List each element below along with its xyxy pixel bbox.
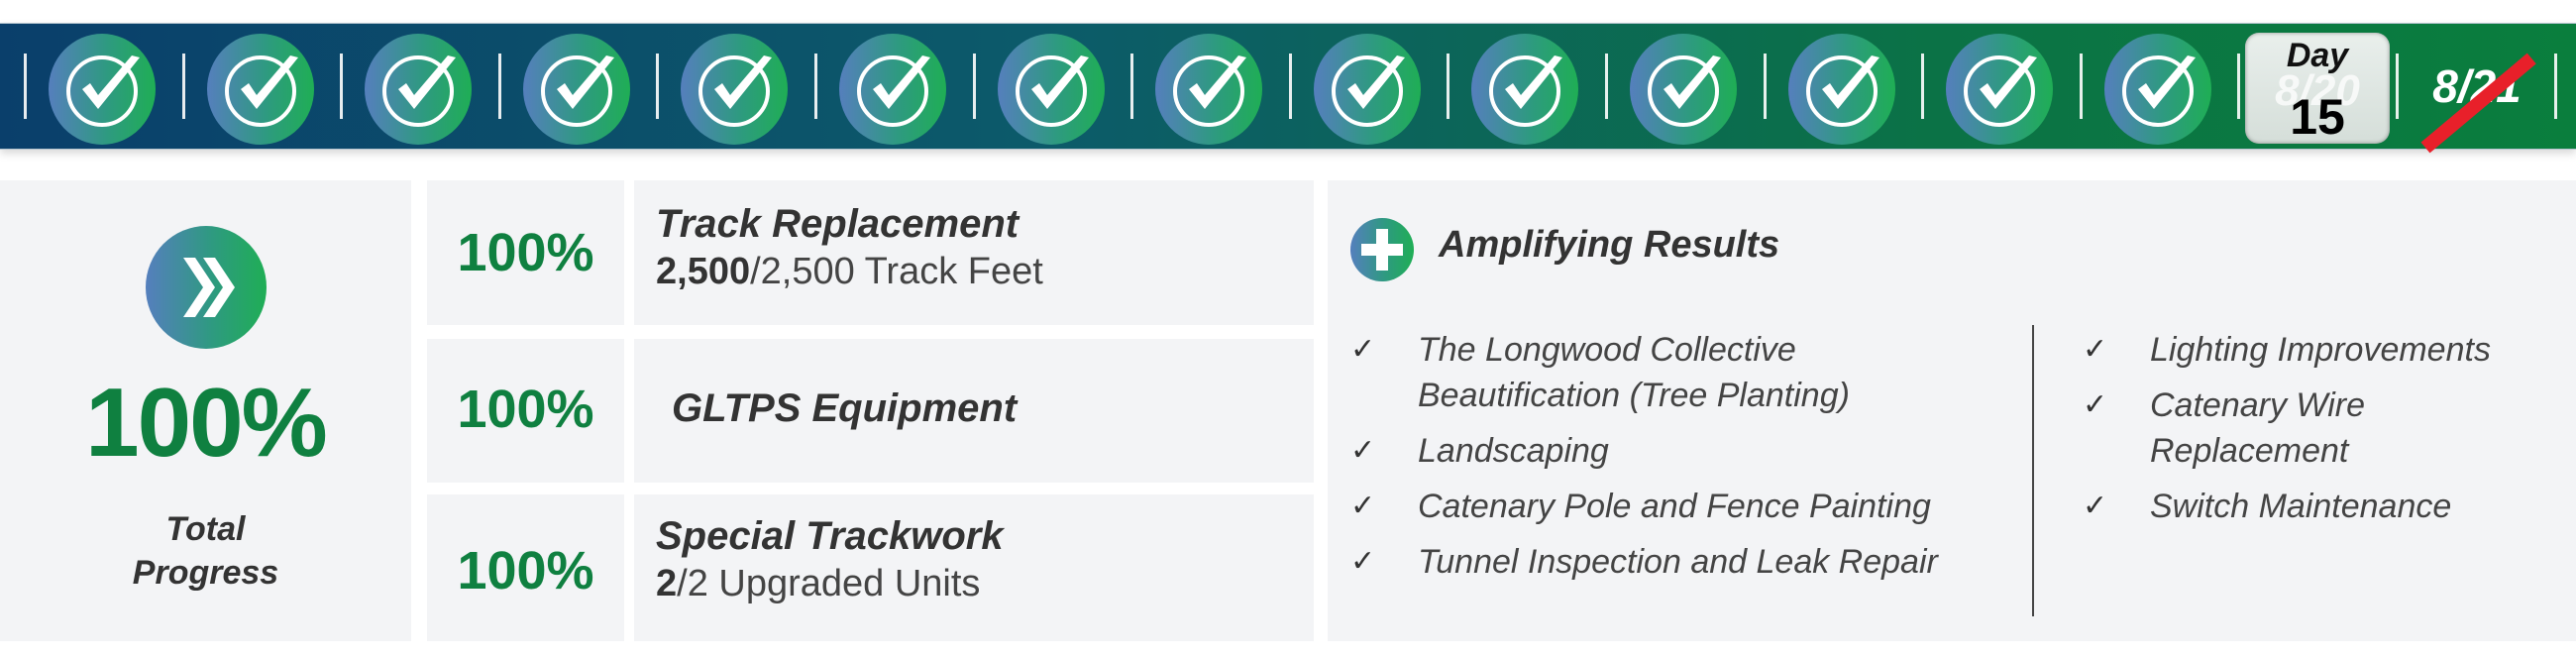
check-icon: ✓ [1350,490,1376,522]
current-day-label: Day [2286,37,2349,74]
banner-divider [24,54,27,119]
completed-check-icon [1787,34,1895,145]
check-icon: ✓ [1350,545,1376,578]
check-icon: ✓ [2083,388,2108,421]
amplifying-item-text: Catenary Pole and Fence Painting [1418,488,1931,525]
completed-check-icon [1471,34,1579,145]
banner-divider [497,54,501,119]
banner-divider [656,54,660,119]
amplifying-list-item: ✓ Lighting Improvements [2083,327,2558,373]
amplifying-list-item: ✓ Tunnel Inspection and Leak Repair [1350,539,1985,585]
completed-check-icon [681,34,789,145]
completed-check-icon [1155,34,1263,145]
amplifying-list-item: ✓ Catenary Pole and Fence Painting [1350,484,1985,529]
task-percent: 100% [457,380,594,439]
check-icon: ✓ [1350,434,1376,467]
plus-icon [1350,218,1414,281]
total-progress-panel: 100% Total Progress [0,180,411,641]
task-detail-cell: GLTPS Equipment [634,339,1314,483]
task-percent-cell: 100% [427,180,624,325]
completed-check-icon [2103,34,2211,145]
amplifying-list-column-2: ✓ Lighting Improvements ✓ Catenary Wire Rep… [2083,327,2558,539]
amplifying-list-item: ✓ The Longwood Collective Beautification … [1350,327,1985,418]
check-icon: ✓ [2083,333,2108,366]
amplifying-item-text: The Longwood Collective Beautification (… [1418,331,1850,414]
banner-divider [1130,54,1134,119]
double-chevron-right-icon [146,226,267,349]
banner-divider [2396,54,2399,119]
task-detail-cell: Track Replacement 2,500/2,500 Track Feet [634,180,1314,325]
task-done-count: 2 [656,563,678,604]
completed-check-icon [997,34,1105,145]
task-title: Track Replacement [656,202,1020,246]
task-title: Special Trackwork [656,514,1004,558]
task-total: /2,500 Track Feet [750,251,1043,292]
completed-check-icon [522,34,630,145]
completed-check-icon [1313,34,1421,145]
amplifying-item-text: Catenary Wire Replacement [2150,386,2365,470]
amplifying-list-item: ✓ Catenary Wire Replacement [2083,383,2558,474]
banner-divider [972,54,976,119]
task-done-count: 2,500 [656,251,751,292]
total-label-line1: Total [165,510,246,548]
task-detail: 2,500/2,500 Track Feet [656,251,1043,293]
banner-divider [181,54,185,119]
banner-divider [1605,54,1608,119]
completed-check-icon [206,34,314,145]
amplifying-list-item: ✓ Switch Maintenance [2083,484,2558,529]
current-day-box: 8/20 Day 15 [2245,33,2390,145]
banner-divider [2553,54,2557,119]
task-percent: 100% [457,223,594,282]
check-icon: ✓ [1350,333,1376,366]
amplifying-item-text: Tunnel Inspection and Leak Repair [1418,543,1938,581]
completed-check-icon [1630,34,1737,145]
day-progress-banner: 8/20 Day 15 8/21 [0,23,2576,154]
completed-check-icon [839,34,946,145]
task-title: GLTPS Equipment [672,386,1018,430]
task-detail-cell: Special Trackwork 2/2 Upgraded Units [634,494,1314,641]
check-icon: ✓ [2083,490,2108,522]
total-progress-label: Total Progress [0,507,411,595]
banner-divider [2237,54,2241,119]
banner-divider [1447,54,1450,119]
banner-divider [1921,54,1925,119]
amplifying-item-text: Switch Maintenance [2150,488,2452,525]
total-label-line2: Progress [132,554,279,592]
completed-check-icon [49,34,156,145]
total-progress-percent: 100% [85,368,328,477]
banner-divider [1763,54,1767,119]
task-total: /2 Upgraded Units [677,563,981,604]
current-day-number: 15 [2290,89,2345,145]
banner-divider [814,54,817,119]
task-percent-cell: 100% [427,339,624,483]
task-percent-cell: 100% [427,494,624,641]
amplifying-results-title: Amplifying Results [1439,224,1780,266]
banner-divider [1288,54,1292,119]
banner-divider [2079,54,2083,119]
completed-check-icon [365,34,473,145]
amplifying-list-column-1: ✓ The Longwood Collective Beautification … [1350,327,1985,595]
amplifying-item-text: Landscaping [1418,432,1609,470]
column-divider [2032,325,2034,616]
completed-check-icon [1946,34,2054,145]
amplifying-results-panel: Amplifying Results ✓ The Longwood Collect… [1328,180,2576,641]
task-detail: 2/2 Upgraded Units [656,563,1004,605]
amplifying-list-item: ✓ Landscaping [1350,428,1985,474]
banner-divider [340,54,344,119]
task-percent: 100% [457,541,594,601]
amplifying-item-text: Lighting Improvements [2150,331,2491,369]
